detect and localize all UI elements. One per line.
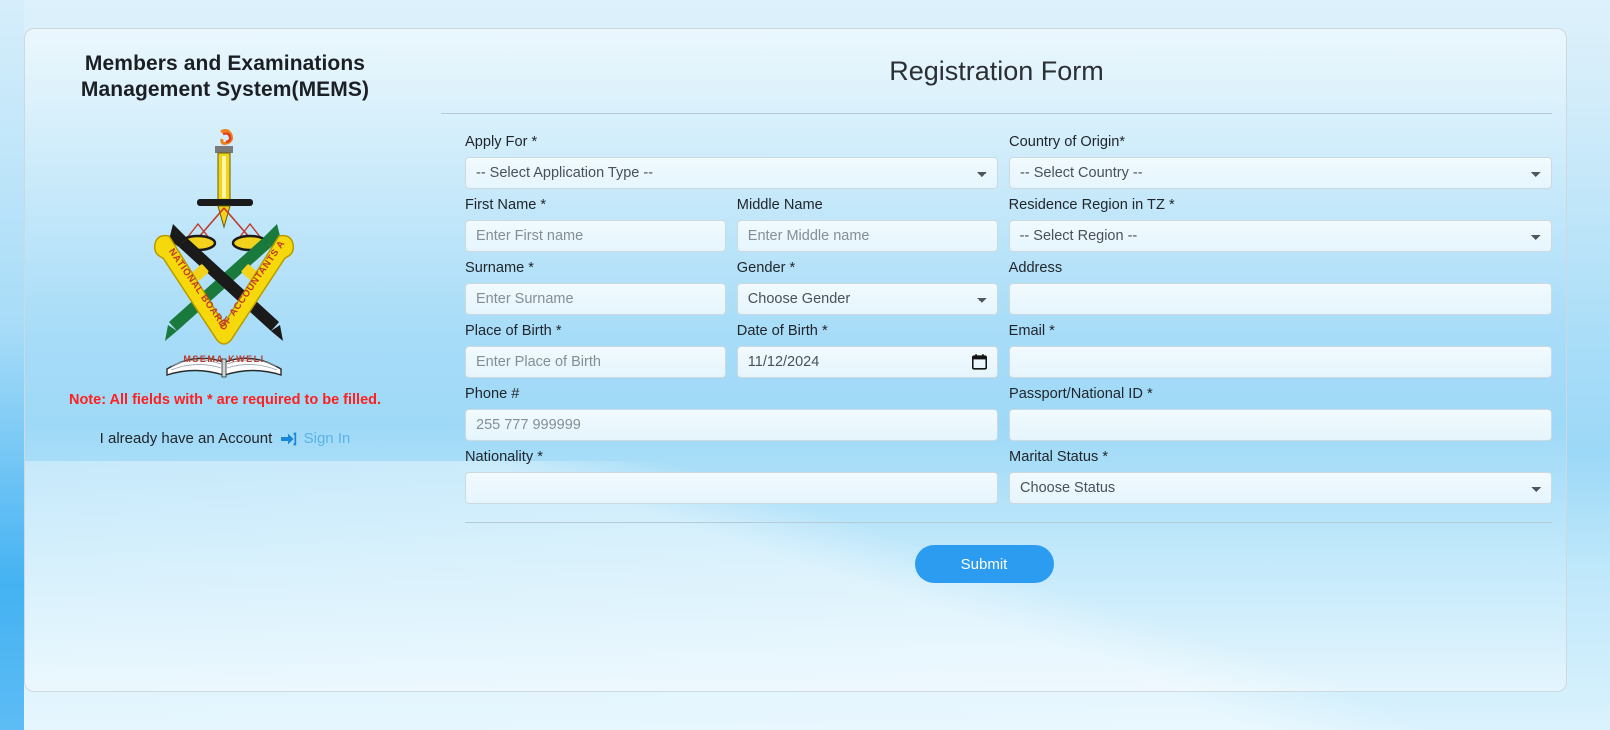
svg-text:NATIONAL BOARD OF ACCOUNTANTS: NATIONAL BOARD OF ACCOUNTANTS AND AUDITO… (135, 126, 288, 333)
form-row: Phone # Passport/National ID * (465, 386, 1552, 441)
country-of-origin-select[interactable]: -- Select Country -- (1009, 157, 1552, 189)
field-country-of-origin: Country of Origin* -- Select Country -- (1009, 134, 1552, 189)
date-of-birth-value: 11/12/2024 (747, 354, 820, 370)
field-place-of-birth: Place of Birth * (465, 323, 737, 378)
form-row: First Name * Middle Name Residence Regio… (465, 197, 1552, 252)
existing-account-line: I already have an Account Sign In (25, 430, 425, 450)
marital-status-select[interactable]: Choose Status (1009, 472, 1552, 504)
page-edge-strip (0, 0, 24, 730)
gender-select[interactable]: Choose Gender (736, 283, 998, 315)
form-row: Surname * Gender * Choose Gender Address (465, 260, 1552, 315)
label-date-of-birth: Date of Birth * (736, 323, 828, 339)
label-passport-national-id: Passport/National ID * (1009, 386, 1153, 402)
place-of-birth-input[interactable] (465, 346, 726, 378)
field-gender: Gender * Choose Gender (736, 260, 1009, 315)
field-first-name: First Name * (465, 197, 737, 252)
phone-input[interactable] (465, 409, 999, 441)
footer-divider (465, 522, 1552, 523)
form-row: Place of Birth * Date of Birth * 11/12/2… (465, 323, 1552, 378)
form-title: Registration Form (889, 56, 1104, 86)
surname-input[interactable] (465, 283, 726, 315)
submit-row: Submit (425, 545, 1566, 583)
calendar-icon[interactable] (971, 354, 987, 374)
brand-title-line2: Management System(MEMS) (80, 78, 370, 102)
field-address: Address (1008, 260, 1552, 315)
nationality-input[interactable] (465, 472, 999, 504)
field-middle-name: Middle Name (736, 197, 1009, 252)
email-field[interactable] (1008, 346, 1552, 378)
field-phone: Phone # (465, 386, 1009, 441)
label-apply-for: Apply For * (465, 134, 538, 150)
middle-name-input[interactable] (736, 220, 998, 252)
field-passport-national-id: Passport/National ID * (1009, 386, 1552, 441)
address-input[interactable] (1008, 283, 1552, 315)
brand-title-line1: Members and Examinations (84, 52, 366, 75)
svg-text:MSEMA KWELI: MSEMA KWELI (183, 354, 264, 364)
label-phone: Phone # (465, 386, 520, 402)
field-apply-for: Apply For * -- Select Application Type -… (465, 134, 1009, 189)
form-row: Nationality * Marital Status * Choose St… (465, 449, 1552, 504)
label-nationality: Nationality * (465, 449, 543, 465)
field-marital-status: Marital Status * Choose Status (1009, 449, 1552, 504)
label-email: Email * (1008, 323, 1055, 339)
nbaa-logo: NATIONAL BOARD OF ACCOUNTANTS AND AUDITO… (135, 126, 295, 377)
page-title: Members and Examinations Management Syst… (25, 29, 425, 104)
field-date-of-birth: Date of Birth * 11/12/2024 (736, 323, 1009, 378)
field-surname: Surname * (465, 260, 737, 315)
label-gender: Gender * (736, 260, 796, 276)
label-marital-status: Marital Status * (1009, 449, 1108, 465)
registration-form-panel: Registration Form Apply For * -- Select … (425, 29, 1566, 691)
registration-card: Members and Examinations Management Syst… (24, 28, 1567, 692)
existing-account-text: I already have an Account (99, 429, 273, 447)
label-country-of-origin: Country of Origin* (1009, 134, 1126, 150)
field-residence-region: Residence Region in TZ * -- Select Regio… (1008, 197, 1552, 252)
label-surname: Surname * (465, 260, 534, 276)
label-middle-name: Middle Name (736, 197, 823, 213)
residence-region-select[interactable]: -- Select Region -- (1008, 220, 1552, 252)
sign-in-link[interactable]: Sign In (304, 430, 351, 447)
first-name-input[interactable] (465, 220, 726, 252)
sign-in-arrow-icon (281, 432, 297, 450)
field-nationality: Nationality * (465, 449, 1009, 504)
form-row: Apply For * -- Select Application Type -… (465, 134, 1552, 189)
label-first-name: First Name * (465, 197, 547, 213)
submit-button[interactable]: Submit (914, 545, 1054, 583)
apply-for-select[interactable]: -- Select Application Type -- (465, 157, 999, 189)
field-email: Email * (1008, 323, 1552, 378)
passport-national-id-input[interactable] (1009, 409, 1552, 441)
date-of-birth-input[interactable]: 11/12/2024 (736, 346, 998, 378)
label-residence-region: Residence Region in TZ * (1008, 197, 1175, 213)
required-fields-note: Note: All fields with * are required to … (68, 391, 382, 408)
form-fields: Apply For * -- Select Application Type -… (425, 114, 1566, 504)
label-address: Address (1008, 260, 1063, 276)
branding-panel: Members and Examinations Management Syst… (25, 29, 425, 691)
label-place-of-birth: Place of Birth * (465, 323, 562, 339)
